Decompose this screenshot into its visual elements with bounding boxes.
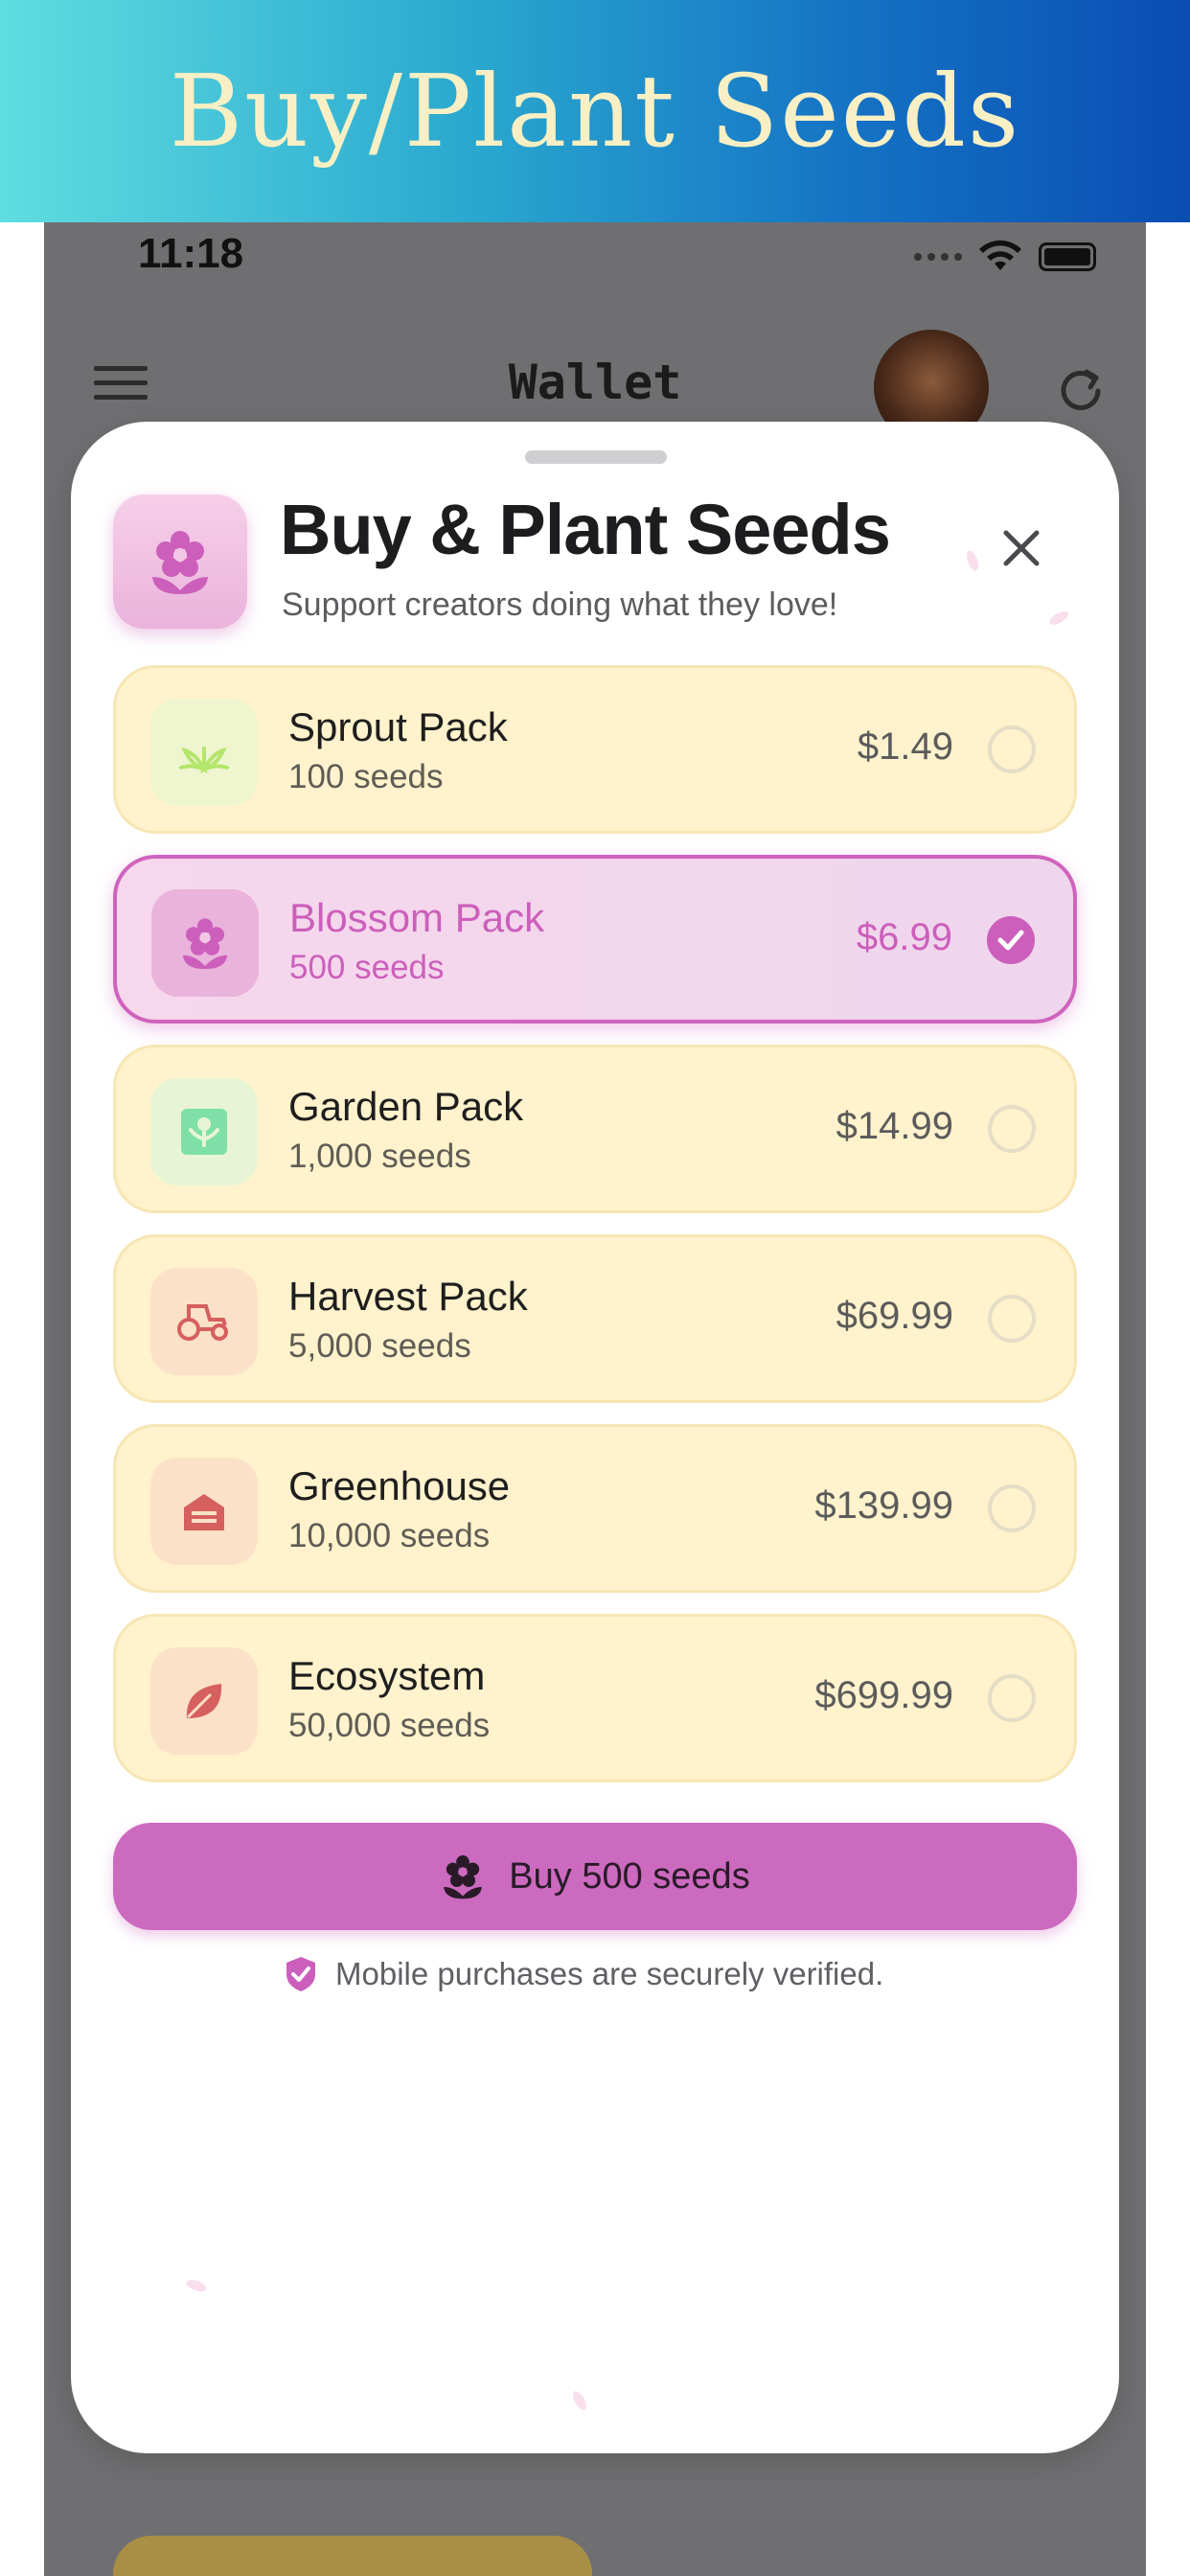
wallet-navbar: Wallet [44, 330, 1146, 445]
header-flower-icon [113, 494, 247, 629]
petal-decoration [964, 548, 981, 573]
pack-icon-tile [150, 1268, 258, 1375]
pack-radio[interactable] [988, 1674, 1036, 1722]
pack-price: $1.49 [857, 725, 953, 768]
sheet-subtitle: Support creators doing what they love! [282, 586, 838, 623]
pack-price: $6.99 [856, 916, 952, 958]
pack-price: $69.99 [835, 1295, 953, 1337]
pack-icon-tile [150, 1078, 258, 1185]
drag-handle[interactable] [525, 450, 667, 464]
buy-seeds-button[interactable]: Buy 500 seeds [113, 1823, 1077, 1930]
banner-title: Buy/Plant Seeds [169, 53, 1021, 170]
close-button[interactable] [991, 518, 1052, 579]
flower-icon [152, 531, 208, 594]
sprout-icon [179, 747, 229, 773]
secure-note-text: Mobile purchases are securely verified. [335, 1956, 884, 1991]
pack-name: Blossom Pack [289, 895, 545, 940]
petal-decoration [1046, 609, 1071, 628]
petal-decoration [184, 2277, 209, 2294]
shield-check-icon [286, 1957, 315, 1991]
pack-name: Harvest Pack [288, 1274, 528, 1319]
wifi-icon [979, 240, 1021, 270]
status-icons [914, 240, 1096, 274]
status-time: 11:18 [138, 230, 244, 277]
promo-banner: Buy/Plant Seeds [0, 0, 1190, 222]
pack-radio-checked[interactable] [987, 916, 1035, 964]
petal-decoration [570, 2388, 589, 2413]
pack-seed-count: 10,000 seeds [288, 1517, 491, 1554]
greenhouse-icon [184, 1494, 224, 1530]
pack-option-ecosystem[interactable]: Ecosystem 50,000 seeds $699.99 [113, 1614, 1077, 1782]
pack-radio[interactable] [988, 1295, 1036, 1343]
leaf-icon [186, 1684, 222, 1718]
pack-icon-tile [150, 1458, 258, 1565]
pack-option-sprout[interactable]: Sprout Pack 100 seeds $1.49 [113, 665, 1077, 834]
pack-name: Ecosystem [288, 1653, 486, 1698]
sheet-title: Buy & Plant Seeds [280, 490, 891, 569]
pack-radio[interactable] [988, 725, 1036, 773]
pack-price: $699.99 [814, 1674, 953, 1716]
refresh-icon[interactable] [1054, 364, 1108, 418]
check-icon [997, 930, 1024, 951]
status-bar: 11:18 [44, 222, 1146, 309]
buy-button-label: Buy 500 seeds [509, 1855, 750, 1897]
pack-icon-tile [151, 889, 259, 997]
pack-seed-count: 1,000 seeds [288, 1138, 471, 1175]
pack-option-garden[interactable]: Garden Pack 1,000 seeds $14.99 [113, 1045, 1077, 1213]
flower-icon [182, 918, 228, 970]
pack-list: Sprout Pack 100 seeds $1.49 Blossom Pack… [113, 665, 1077, 1804]
flower-icon [444, 1855, 483, 1899]
pack-option-blossom[interactable]: Blossom Pack 500 seeds $6.99 [113, 855, 1077, 1024]
pack-seed-count: 500 seeds [289, 949, 445, 986]
battery-icon [1039, 242, 1096, 271]
pack-icon-tile [150, 1647, 258, 1755]
pack-seed-count: 100 seeds [288, 758, 444, 795]
pack-name: Sprout Pack [288, 704, 508, 749]
pack-radio[interactable] [988, 1484, 1036, 1532]
pack-icon-tile [150, 699, 258, 806]
pack-seed-count: 5,000 seeds [288, 1327, 471, 1365]
garden-icon [181, 1109, 227, 1155]
pack-price: $14.99 [835, 1105, 953, 1147]
secure-note: Mobile purchases are securely verified. [284, 1955, 883, 1993]
buy-seeds-sheet: Buy & Plant Seeds Support creators doing… [71, 422, 1119, 2453]
pack-radio[interactable] [988, 1105, 1036, 1153]
pack-option-greenhouse[interactable]: Greenhouse 10,000 seeds $139.99 [113, 1424, 1077, 1593]
tractor-icon [177, 1304, 228, 1341]
background-card [113, 2536, 592, 2576]
pack-name: Garden Pack [288, 1084, 524, 1129]
pack-price: $139.99 [814, 1484, 953, 1527]
signal-icon [914, 253, 962, 261]
pack-name: Greenhouse [288, 1463, 511, 1508]
close-icon [1003, 530, 1040, 566]
pack-seed-count: 50,000 seeds [288, 1707, 491, 1744]
pack-option-harvest[interactable]: Harvest Pack 5,000 seeds $69.99 [113, 1234, 1077, 1403]
